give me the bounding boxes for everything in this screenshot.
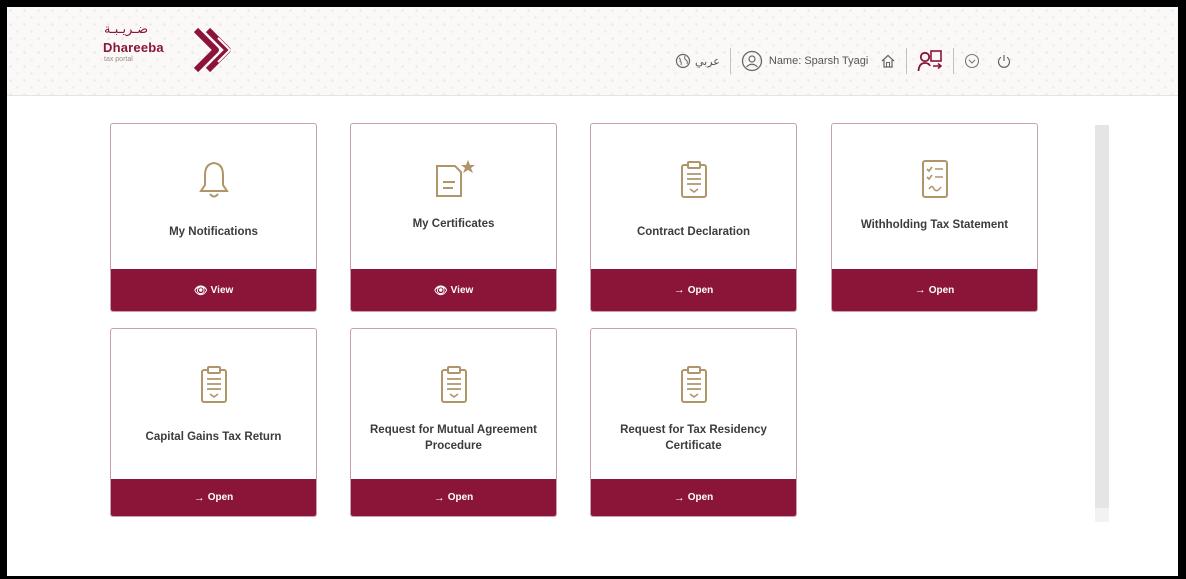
scrollbar-end — [1095, 508, 1109, 522]
card-title: My Certificates — [412, 218, 495, 230]
card-contract-declaration[interactable]: Contract Declaration → Open — [590, 123, 797, 312]
top-header: ضـريـبـة Dhareeba tax portal عربي Name: … — [7, 7, 1178, 96]
card-title: Withholding Tax Statement — [860, 219, 1009, 231]
card-tax-residency-certificate[interactable]: Request for Tax Residency Certificate → … — [590, 328, 797, 517]
logo-chevron-icon — [193, 27, 232, 73]
clipboard-icon — [440, 366, 467, 403]
open-button[interactable]: → Open — [111, 479, 316, 516]
open-button[interactable]: → Open — [591, 269, 796, 311]
clipboard-icon — [680, 161, 707, 198]
clipboard-icon — [680, 366, 707, 403]
language-switch[interactable]: عربي — [675, 53, 720, 69]
checklist-icon — [921, 160, 948, 198]
home-icon — [881, 54, 895, 68]
power-icon — [998, 55, 1011, 68]
logo-arabic-text: ضـريـبـة — [104, 22, 149, 37]
header-divider — [953, 48, 955, 74]
app-window: ضـريـبـة Dhareeba tax portal عربي Name: … — [0, 0, 1186, 579]
header-divider — [729, 48, 731, 74]
vertical-scrollbar[interactable] — [1095, 125, 1109, 508]
globe-icon — [675, 53, 691, 69]
logo-brand-text: Dhareeba — [103, 40, 164, 55]
open-button[interactable]: → Open — [591, 479, 796, 516]
chevron-down-circle-icon — [965, 53, 980, 69]
arrow-right-icon: → — [193, 491, 205, 504]
clipboard-icon — [200, 366, 227, 403]
card-capital-gains-tax-return[interactable]: Capital Gains Tax Return → Open — [110, 328, 317, 517]
dhareeba-logo[interactable]: ضـريـبـة Dhareeba tax portal — [102, 21, 252, 79]
arrow-right-icon: → — [914, 284, 926, 296]
header-actions: عربي Name: Sparsh Tyagi — [675, 48, 1012, 74]
card-title: Contract Declaration — [636, 226, 751, 238]
view-button[interactable]: 👁 View — [351, 269, 556, 311]
open-button[interactable]: → Open — [351, 479, 556, 516]
arrow-right-icon: → — [673, 284, 685, 296]
eye-icon: 👁 — [433, 284, 448, 297]
card-withholding-tax-statement[interactable]: Withholding Tax Statement → Open — [831, 123, 1038, 312]
card-mutual-agreement-procedure[interactable]: Request for Mutual Agreement Procedure →… — [350, 328, 557, 517]
user-avatar-icon — [741, 50, 763, 72]
language-label: عربي — [695, 55, 720, 68]
user-name-label: Name: Sparsh Tyagi — [768, 55, 869, 67]
card-title: My Notifications — [169, 226, 258, 238]
card-my-notifications[interactable]: My Notifications 👁 View — [110, 123, 317, 312]
logout-button[interactable] — [996, 53, 1012, 69]
header-divider — [906, 48, 908, 74]
switch-profile-button[interactable] — [917, 49, 943, 73]
dropdown-button[interactable] — [964, 53, 980, 69]
certificate-icon — [435, 160, 475, 197]
card-title: Capital Gains Tax Return — [145, 431, 282, 443]
card-title: Request for Tax Residency Certificate — [620, 424, 767, 452]
card-title: Request for Mutual Agreement Procedure — [370, 424, 537, 452]
arrow-right-icon: → — [673, 491, 685, 504]
card-my-certificates[interactable]: My Certificates 👁 View — [350, 123, 557, 312]
home-button[interactable] — [880, 53, 896, 69]
view-button[interactable]: 👁 View — [111, 269, 316, 311]
eye-icon: 👁 — [193, 284, 208, 297]
bell-icon — [198, 161, 229, 198]
open-button[interactable]: → Open — [832, 269, 1037, 311]
arrow-right-icon: → — [433, 491, 445, 504]
switch-user-icon — [917, 50, 943, 72]
user-profile[interactable]: Name: Sparsh Tyagi — [741, 50, 868, 72]
logo-subtitle: tax portal — [104, 56, 133, 63]
